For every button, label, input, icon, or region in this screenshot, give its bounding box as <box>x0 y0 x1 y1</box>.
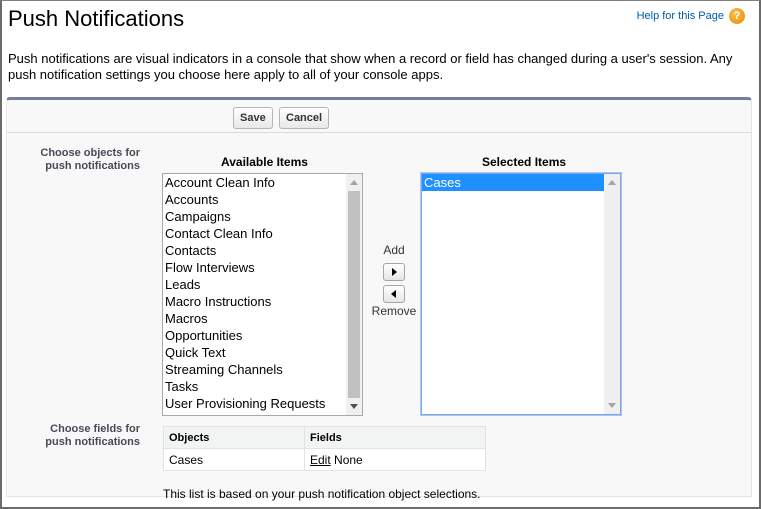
list-option[interactable]: Cases <box>422 174 620 191</box>
selected-items-list[interactable]: Cases <box>421 173 621 415</box>
list-option[interactable]: Quick Text <box>163 344 362 361</box>
page-title: Push Notifications <box>8 6 185 31</box>
save-button[interactable]: Save <box>233 107 273 129</box>
table-header-row: Objects Fields <box>163 426 486 449</box>
selected-items-heading: Selected Items <box>482 155 567 169</box>
remove-button[interactable] <box>383 285 405 303</box>
page-description: Push notifications are visual indicators… <box>8 51 733 82</box>
object-cell: Cases <box>163 448 305 471</box>
settings-panel: Save Cancel Choose objects for push noti… <box>6 97 752 501</box>
fields-value: None <box>334 452 363 467</box>
scroll-up-icon[interactable] <box>350 180 358 185</box>
list-option[interactable]: Tasks <box>163 378 362 395</box>
remove-label: Remove <box>371 304 417 318</box>
list-option[interactable]: Campaigns <box>163 208 362 225</box>
list-option[interactable]: User Provisioning Requests <box>163 395 362 412</box>
available-items-heading: Available Items <box>221 155 308 169</box>
list-option[interactable]: Accounts <box>163 191 362 208</box>
fields-note: This list is based on your push notifica… <box>163 487 481 501</box>
selected-scrollbar[interactable] <box>604 174 620 414</box>
question-circle-icon[interactable]: ? <box>729 8 745 24</box>
arrow-right-icon <box>392 268 397 276</box>
scroll-down-icon[interactable] <box>350 404 358 409</box>
list-option[interactable]: Account Clean Info <box>163 174 362 191</box>
help-link[interactable]: Help for this Page ? <box>637 8 745 24</box>
table-row: Cases Edit None <box>163 448 486 471</box>
add-button[interactable] <box>383 263 405 281</box>
list-option[interactable]: Opportunities <box>163 327 362 344</box>
fields-cell: Edit None <box>304 448 486 471</box>
help-link-label: Help for this Page <box>636 10 724 22</box>
fields-section-label: Choose fields for push notifications <box>17 423 140 449</box>
selected-options: Cases <box>422 174 620 191</box>
fields-label-line2: push notifications <box>45 436 140 448</box>
column-header-objects: Objects <box>163 426 305 449</box>
column-header-fields: Fields <box>304 426 486 449</box>
available-scrollbar[interactable] <box>346 174 362 415</box>
objects-section-label: Choose objects for push notifications <box>17 147 140 173</box>
list-option[interactable]: Contact Clean Info <box>163 225 362 242</box>
list-option[interactable]: Leads <box>163 276 362 293</box>
list-option[interactable]: Flow Interviews <box>163 259 362 276</box>
available-options: Account Clean Info Accounts Campaigns Conta… <box>163 174 362 412</box>
list-option[interactable]: Macros <box>163 310 362 327</box>
add-label: Add <box>383 243 405 257</box>
scroll-thumb[interactable] <box>348 191 360 398</box>
fields-table: Objects Fields Cases Edit None <box>163 426 486 471</box>
button-bar: Save Cancel <box>7 100 751 133</box>
fields-label-line1: Choose fields for <box>50 423 140 435</box>
objects-label-line2: push notifications <box>45 160 140 172</box>
scroll-down-icon[interactable] <box>608 403 616 408</box>
list-option[interactable]: Streaming Channels <box>163 361 362 378</box>
objects-label-line1: Choose objects for <box>40 147 140 159</box>
cancel-button[interactable]: Cancel <box>279 107 330 129</box>
list-option[interactable]: Contacts <box>163 242 362 259</box>
list-option[interactable]: Macro Instructions <box>163 293 362 310</box>
arrow-left-icon <box>391 290 396 298</box>
edit-link[interactable]: Edit <box>310 453 331 467</box>
scroll-up-icon[interactable] <box>608 180 616 185</box>
available-items-list[interactable]: Account Clean Info Accounts Campaigns Conta… <box>162 173 363 416</box>
